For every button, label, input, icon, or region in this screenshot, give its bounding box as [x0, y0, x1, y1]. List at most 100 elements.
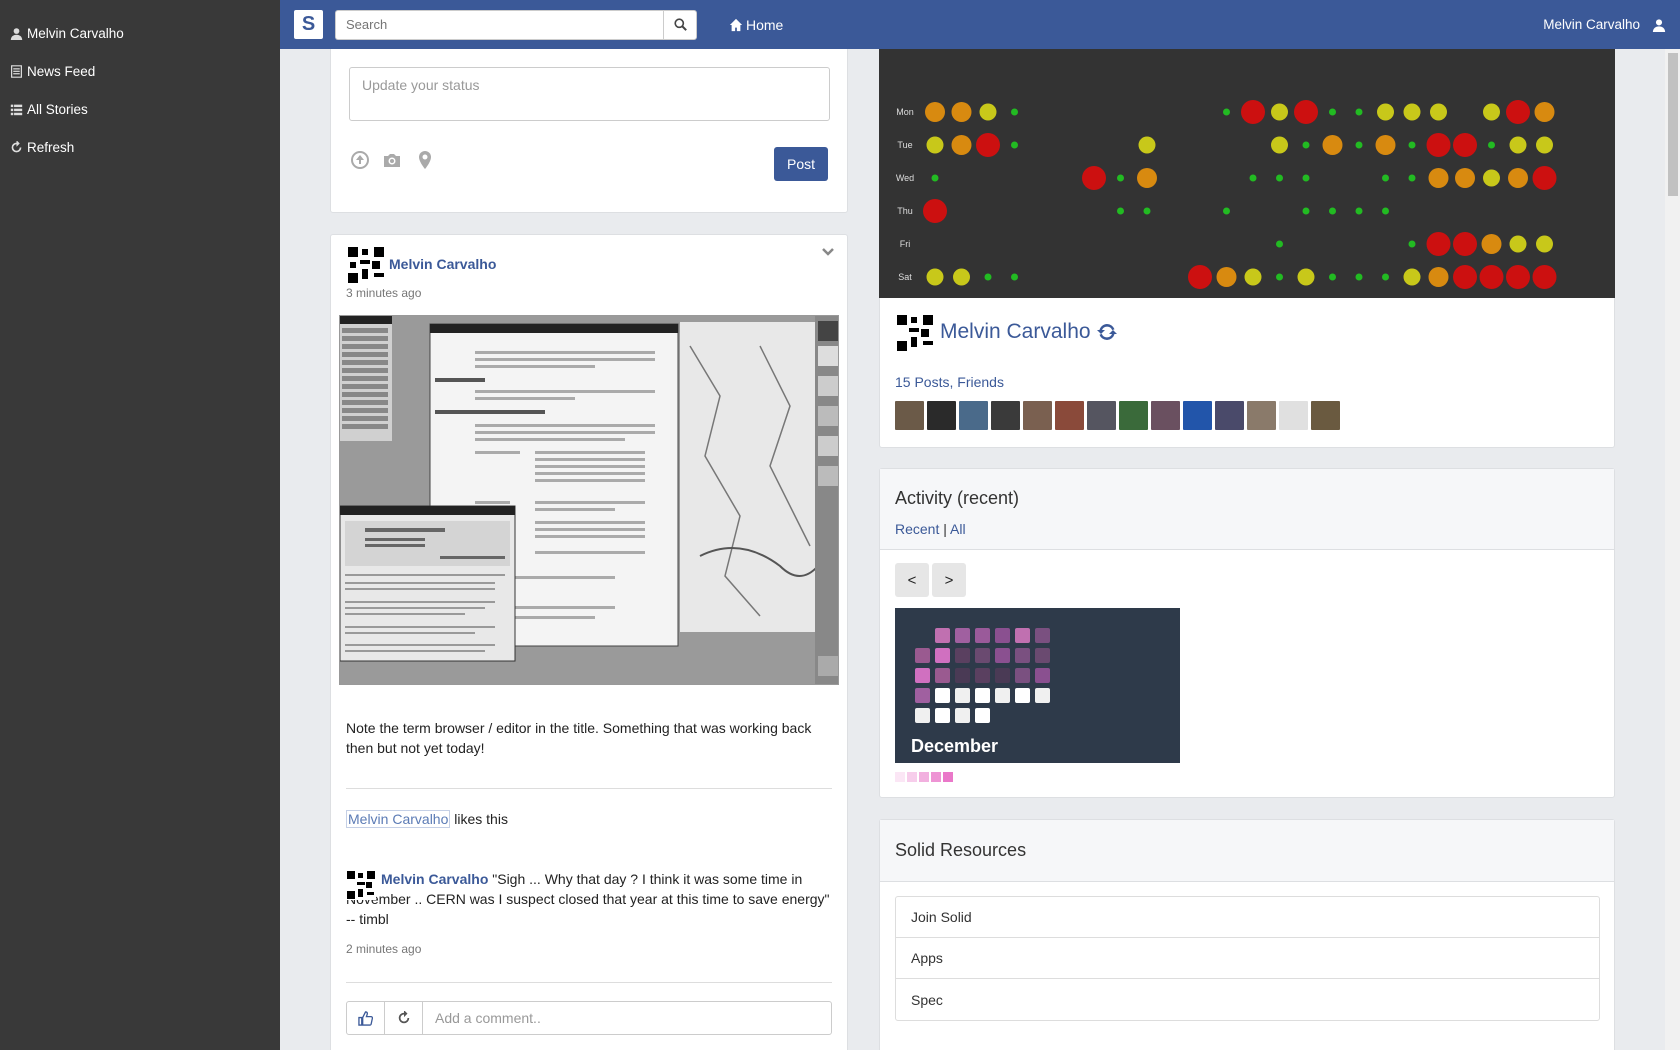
profile-avatar[interactable]	[895, 313, 935, 353]
posts-link[interactable]: 15 Posts	[895, 374, 949, 390]
sidebar-item-all-stories[interactable]: All Stories	[0, 90, 280, 128]
calendar-day	[975, 648, 990, 663]
resource-join-solid[interactable]: Join Solid	[896, 897, 1599, 938]
divider	[346, 788, 832, 789]
user-menu[interactable]: Melvin Carvalho	[1543, 17, 1666, 32]
user-icon	[10, 27, 23, 40]
heatmap-cell	[1294, 100, 1318, 124]
friend-avatar[interactable]	[1247, 401, 1276, 430]
profile-name[interactable]: Melvin Carvalho	[940, 320, 1091, 344]
share-button[interactable]	[385, 1002, 423, 1034]
user-name: Melvin Carvalho	[1543, 17, 1640, 32]
heatmap-day-label: Fri	[900, 239, 911, 249]
feed-post: Melvin Carvalho 3 minutes ago Note the t…	[330, 234, 848, 1050]
author-avatar[interactable]	[346, 245, 386, 285]
likes-suffix: likes this	[454, 811, 508, 827]
divider	[346, 982, 832, 983]
scrollbar[interactable]	[1665, 49, 1680, 1050]
upload-icon[interactable]	[350, 150, 370, 170]
heatmap-cell	[1506, 100, 1530, 124]
heatmap-cell	[1509, 136, 1527, 154]
friend-avatar[interactable]	[1311, 401, 1340, 430]
sidebar-item-profile[interactable]: Melvin Carvalho	[0, 14, 280, 52]
recent-link[interactable]: Recent	[895, 521, 939, 537]
calendar-day	[915, 708, 930, 723]
refresh-icon[interactable]	[1096, 321, 1118, 343]
likes-line: Melvin Carvalho likes this	[346, 810, 508, 828]
prev-button[interactable]: <	[895, 563, 929, 597]
heatmap-cell	[1329, 207, 1336, 215]
comment-author[interactable]: Melvin Carvalho	[381, 871, 488, 887]
heatmap-cell	[1430, 103, 1447, 121]
like-button[interactable]	[347, 1002, 385, 1034]
search-input[interactable]	[335, 9, 663, 40]
friend-avatar[interactable]	[1055, 401, 1084, 430]
status-composer: Update your status Post	[330, 49, 848, 213]
heatmap-cell	[1117, 174, 1124, 182]
brand-logo[interactable]: S	[294, 10, 323, 39]
friend-avatar[interactable]	[1119, 401, 1148, 430]
profile-card: Melvin Carvalho 15 Posts, Friends	[879, 298, 1615, 448]
calendar-day	[975, 688, 990, 703]
home-link[interactable]: Home	[729, 17, 783, 33]
user-icon	[1652, 18, 1666, 32]
heatmap-cell	[1302, 174, 1310, 182]
calendar-day	[935, 648, 950, 663]
comment-input[interactable]: Add a comment..	[423, 1002, 831, 1034]
home-icon	[729, 18, 743, 31]
heatmap-cell	[1302, 141, 1310, 149]
friend-avatar[interactable]	[991, 401, 1020, 430]
search-bar	[335, 9, 697, 40]
nextstep-screenshot-image	[340, 316, 838, 684]
next-button[interactable]: >	[932, 563, 966, 597]
camera-icon[interactable]	[382, 150, 402, 170]
heatmap-cell	[1143, 207, 1151, 215]
post-author-name[interactable]: Melvin Carvalho	[389, 256, 496, 272]
friend-avatar[interactable]	[1087, 401, 1116, 430]
chevron-down-icon[interactable]	[821, 245, 835, 259]
friend-avatar[interactable]	[1183, 401, 1212, 430]
resource-apps[interactable]: Apps	[896, 938, 1599, 979]
post-image[interactable]	[339, 315, 839, 685]
thumbs-up-icon	[358, 1010, 373, 1026]
heatmap-cell	[1403, 103, 1421, 121]
heatmap-cell	[926, 268, 944, 286]
friend-avatar[interactable]	[1151, 401, 1180, 430]
calendar-day	[915, 648, 930, 663]
profile-links: 15 Posts, Friends	[895, 374, 1004, 390]
calendar-day	[995, 668, 1010, 683]
scrollbar-thumb[interactable]	[1668, 53, 1678, 196]
resource-spec[interactable]: Spec	[896, 979, 1599, 1020]
friend-avatar[interactable]	[1279, 401, 1308, 430]
friends-link[interactable]: Friends	[957, 374, 1004, 390]
friend-avatar[interactable]	[959, 401, 988, 430]
calendar-day	[955, 688, 970, 703]
search-button[interactable]	[663, 9, 697, 40]
status-input[interactable]: Update your status	[349, 67, 830, 121]
heatmap-cell	[1223, 108, 1230, 116]
heatmap-cell	[1011, 108, 1018, 116]
heatmap-cell	[1377, 103, 1394, 121]
heatmap-cell	[1355, 108, 1363, 116]
all-link[interactable]: All	[950, 521, 966, 537]
friend-avatar[interactable]	[927, 401, 956, 430]
heatmap-cell	[1117, 207, 1124, 215]
friend-avatar[interactable]	[1215, 401, 1244, 430]
location-icon[interactable]	[415, 150, 435, 170]
heatmap-cell	[1408, 141, 1416, 149]
post-button[interactable]: Post	[774, 147, 828, 181]
heatmap-cell	[1428, 267, 1449, 287]
heatmap-cell	[1426, 232, 1451, 256]
sidebar-item-refresh[interactable]: Refresh	[0, 128, 280, 166]
month-calendar[interactable]: December	[895, 608, 1180, 763]
liker-link[interactable]: Melvin Carvalho	[346, 810, 451, 828]
heatmap-cell	[1455, 168, 1475, 188]
heatmap-cell	[1322, 135, 1343, 155]
friend-avatar[interactable]	[1023, 401, 1052, 430]
sidebar-item-news-feed[interactable]: News Feed	[0, 52, 280, 90]
heatmap-cell	[1408, 240, 1416, 248]
comment-bar: Add a comment..	[346, 1001, 832, 1035]
friend-avatar[interactable]	[895, 401, 924, 430]
heatmap-cell	[1428, 168, 1449, 188]
comment-author-avatar[interactable]	[346, 870, 376, 900]
